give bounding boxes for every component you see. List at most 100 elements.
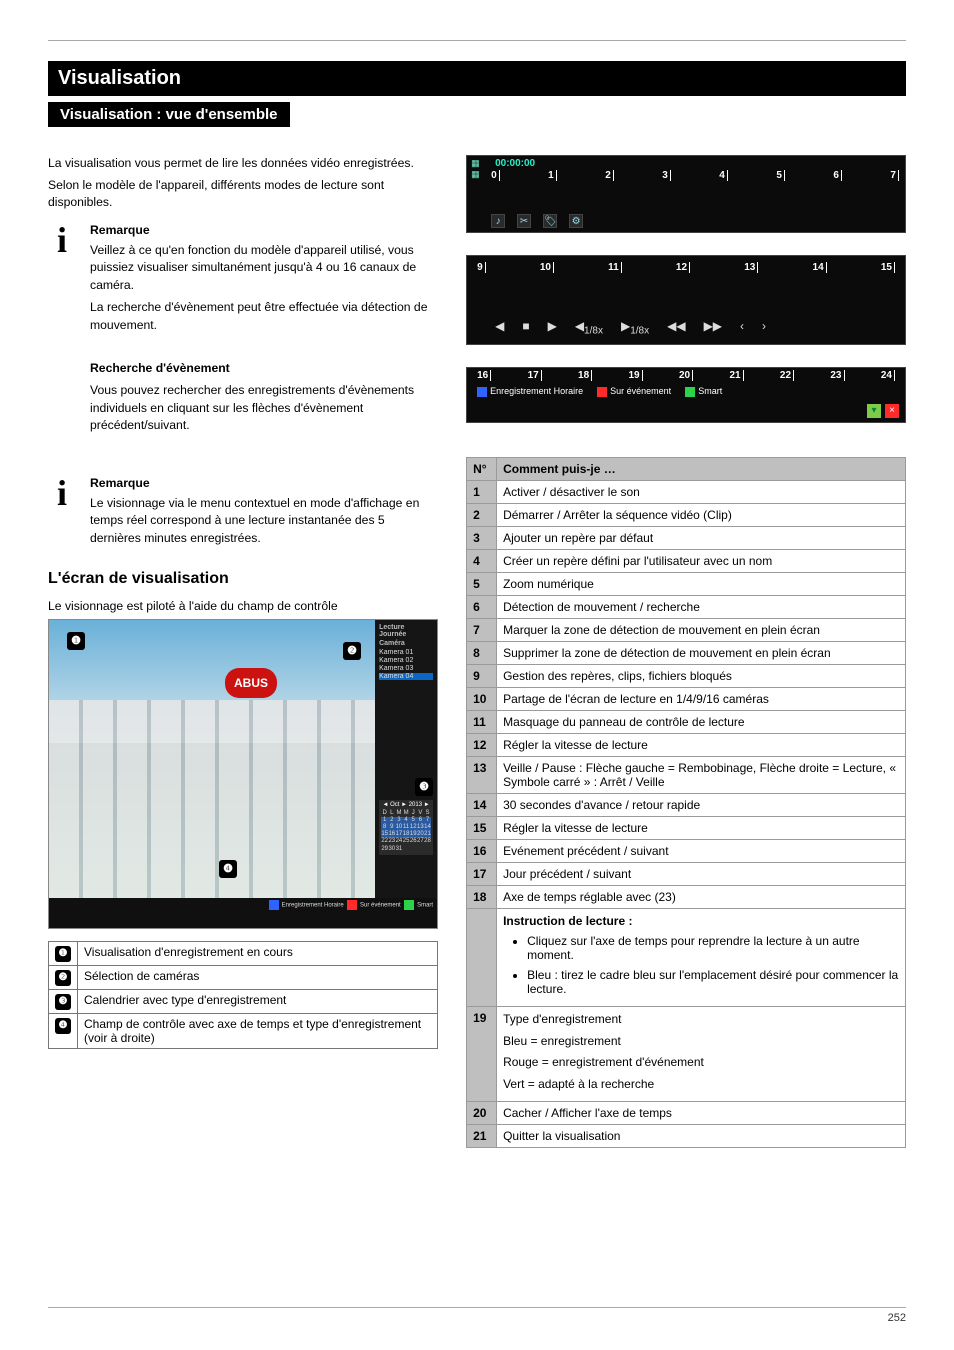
- audio-icon[interactable]: ♪: [491, 214, 505, 228]
- row-num: 17: [467, 863, 497, 886]
- instruction-item: Bleu : tirez le cadre bleu sur l'emplace…: [527, 968, 899, 996]
- table-row: Masquage du panneau de contrôle de lectu…: [497, 711, 906, 734]
- controls-table: N°Comment puis-je … 1Activer / désactive…: [466, 457, 906, 1148]
- toggle-axis-icon[interactable]: ▾: [867, 404, 881, 418]
- intro-line-2: Selon le modèle de l'appareil, différent…: [48, 177, 438, 212]
- note2-p1: Le visionnage via le menu contextuel en …: [90, 495, 438, 548]
- callout-3: ❸: [415, 778, 433, 796]
- table-row: Créer un repère défini par l'utilisateur…: [497, 550, 906, 573]
- row-num: 16: [467, 840, 497, 863]
- calendar[interactable]: ◄ Oct ► 2013 ► DLMMJVS 1234567 891011121…: [379, 800, 433, 854]
- legend-row: Visualisation d'enregistrement en cours: [78, 942, 438, 966]
- info-icon: i: [48, 475, 76, 511]
- playback-sidebar: Lecture Journée Caméra Kamera 01 Kamera …: [375, 620, 437, 928]
- screen-heading: L'écran de visualisation: [48, 570, 438, 588]
- legend-row: Champ de contrôle avec axe de temps et t…: [78, 1014, 438, 1049]
- fast-forward-icon[interactable]: ▶▶: [704, 319, 722, 336]
- table-row: Régler la vitesse de lecture: [497, 817, 906, 840]
- clip-icon[interactable]: ✂: [517, 214, 531, 228]
- event-search-title: Recherche d'évènement: [90, 360, 438, 378]
- note1-p1: Veillez à ce qu'en fonction du modèle d'…: [90, 242, 438, 295]
- table-row: Bleu = enregistrement: [503, 1033, 899, 1050]
- table-row: Détection de mouvement / recherche: [497, 596, 906, 619]
- section-title-bar: Visualisation: [48, 61, 906, 96]
- screen-lead: Le visionnage est piloté à l'aide du cha…: [48, 598, 438, 616]
- table-row: Vert = adapté à la recherche: [503, 1076, 899, 1093]
- row-num: 5: [467, 573, 497, 596]
- table-row: Supprimer la zone de détection de mouvem…: [497, 642, 906, 665]
- screen-legend-table: ❶Visualisation d'enregistrement en cours…: [48, 941, 438, 1049]
- table-row: Veille / Pause : Flèche gauche = Rembobi…: [497, 757, 906, 794]
- note1-heading: Remarque: [90, 222, 438, 240]
- note1-p2: La recherche d'évènement peut être effec…: [90, 299, 438, 334]
- table-row: 30 secondes d'avance / retour rapide: [497, 794, 906, 817]
- table-row: Type d'enregistrement: [503, 1011, 899, 1028]
- table-row: Cacher / Afficher l'axe de temps: [497, 1101, 906, 1124]
- row-num: 11: [467, 711, 497, 734]
- row-num: 13: [467, 757, 497, 794]
- abus-logo: ABUS: [225, 668, 277, 698]
- rewind-icon[interactable]: ◀◀: [667, 319, 685, 336]
- info-icon: i: [48, 222, 76, 258]
- table-row: Gestion des repères, clips, fichiers blo…: [497, 665, 906, 688]
- note2-heading: Remarque: [90, 475, 438, 493]
- row-num: 7: [467, 619, 497, 642]
- table-row: Evénement précédent / suivant: [497, 840, 906, 863]
- callout-4: ❹: [219, 860, 237, 878]
- stop-icon[interactable]: ■: [522, 319, 529, 336]
- close-icon[interactable]: ×: [885, 404, 899, 418]
- camera-item[interactable]: Kamera 03: [379, 665, 433, 672]
- section-subtitle: Visualisation : vue d'ensemble: [48, 102, 290, 127]
- table-row: Zoom numérique: [497, 573, 906, 596]
- row-num: 2: [467, 504, 497, 527]
- row-num: 20: [467, 1101, 497, 1124]
- legend-row: Calendrier avec type d'enregistrement: [78, 990, 438, 1014]
- callout-2: ❷: [343, 642, 361, 660]
- next-day-icon[interactable]: ›: [762, 319, 766, 336]
- camera-item[interactable]: Kamera 02: [379, 657, 433, 664]
- section-subtitle-bar: Visualisation : vue d'ensemble: [48, 102, 290, 127]
- gear-icon[interactable]: ⚙: [569, 214, 583, 228]
- control-strip-fig-1: ▦▦ 00:00:00 01234567 ♪ ✂ 🏷 ⚙: [466, 155, 906, 233]
- control-strip-fig-2: 9101112131415 ◀ ■ ▶ ◀1/8x ▶1/8x ◀◀ ▶▶ ‹ …: [466, 255, 906, 345]
- table-row: Axe de temps réglable avec (23): [497, 886, 906, 909]
- table-row: Démarrer / Arrêter la séquence vidéo (Cl…: [497, 504, 906, 527]
- step-fwd-icon[interactable]: ▶1/8x: [621, 319, 649, 336]
- table-row: Rouge = enregistrement d'événement: [503, 1054, 899, 1071]
- playback-timeline[interactable]: Enregistrement Horaire Sur événement Sma…: [49, 898, 437, 928]
- intro-line-1: La visualisation vous permet de lire les…: [48, 155, 438, 173]
- prev-event-icon[interactable]: ◀: [495, 319, 504, 336]
- control-strip-fig-3: 161718192021222324 Enregistrement Horair…: [466, 367, 906, 423]
- prev-day-icon[interactable]: ‹: [740, 319, 744, 336]
- bookmark-icon[interactable]: 🏷: [543, 214, 557, 228]
- camera-item[interactable]: Kamera 04: [379, 673, 433, 680]
- table-row: Partage de l'écran de lecture en 1/4/9/1…: [497, 688, 906, 711]
- timecode-label: 00:00:00: [495, 158, 535, 169]
- table-row: Activer / désactiver le son: [497, 481, 906, 504]
- row-num: 21: [467, 1124, 497, 1147]
- camera-item[interactable]: Kamera 01: [379, 649, 433, 656]
- page-number: 252: [48, 1307, 906, 1324]
- section-title: Visualisation: [48, 61, 906, 96]
- row-num: 15: [467, 817, 497, 840]
- row-num: 8: [467, 642, 497, 665]
- row-num: 19: [467, 1007, 497, 1102]
- row-num: 18: [467, 886, 497, 909]
- row-num: 6: [467, 596, 497, 619]
- grid-layout-icon[interactable]: ▦▦: [471, 158, 489, 180]
- row-num: 1: [467, 481, 497, 504]
- row-num: 4: [467, 550, 497, 573]
- col-num: N°: [467, 458, 497, 481]
- step-back-icon[interactable]: ◀1/8x: [575, 319, 603, 336]
- row-num: 3: [467, 527, 497, 550]
- top-rule: [48, 40, 906, 41]
- table-row: Marquer la zone de détection de mouvemen…: [497, 619, 906, 642]
- table-row: Ajouter un repère par défaut: [497, 527, 906, 550]
- row-num: 10: [467, 688, 497, 711]
- sidebar-title: Lecture Journée: [379, 624, 433, 638]
- legend-row: Sélection de caméras: [78, 966, 438, 990]
- row-num: 9: [467, 665, 497, 688]
- callout-1: ❶: [67, 632, 85, 650]
- play-icon[interactable]: ▶: [548, 319, 557, 336]
- col-label: Comment puis-je …: [497, 458, 906, 481]
